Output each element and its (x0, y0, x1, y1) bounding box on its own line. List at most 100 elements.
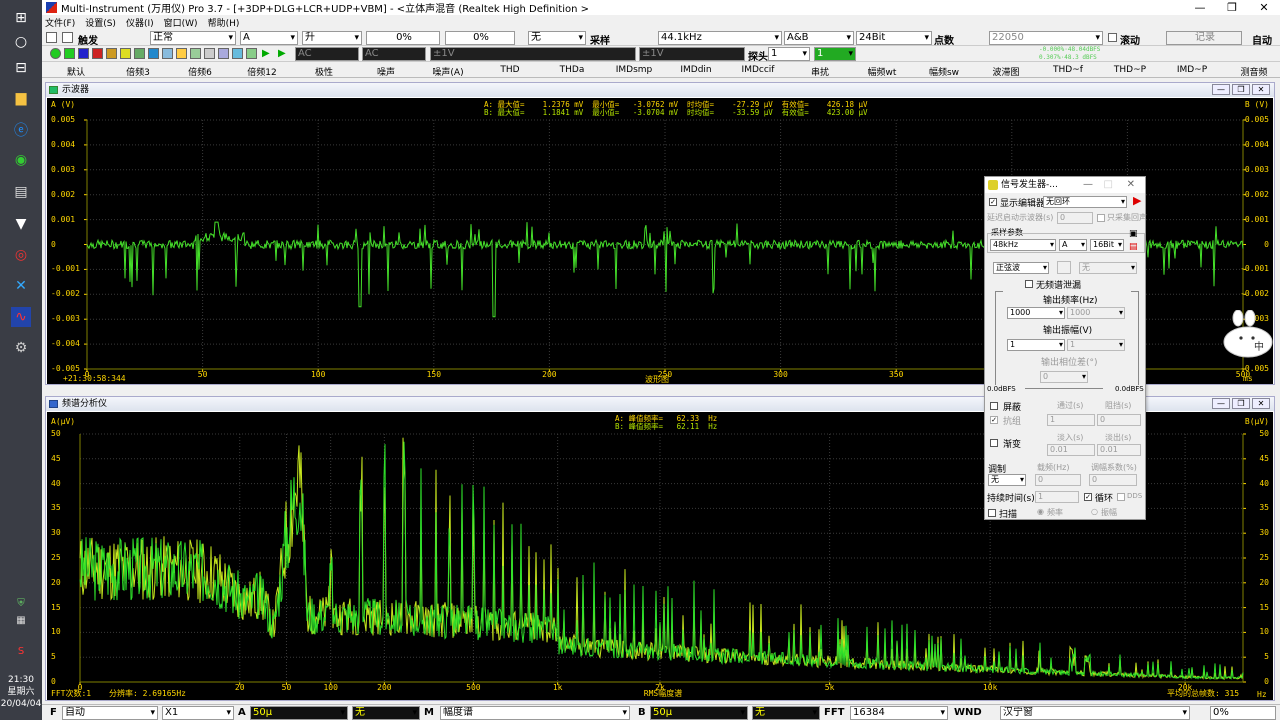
gen-bits-select[interactable]: 16Bit (1090, 239, 1124, 251)
waveform-b-select[interactable]: 无 (1079, 262, 1137, 274)
duration-input[interactable]: 1 (1035, 491, 1079, 503)
minimize-button[interactable]: — (1184, 0, 1216, 15)
tab-imdsmp[interactable]: IMDsmp (616, 65, 653, 75)
osc-minimize-button[interactable]: — (1212, 84, 1230, 95)
trigger-level-input[interactable]: 0% (366, 31, 440, 45)
fade-in-input[interactable]: 0.01 (1047, 444, 1095, 456)
trigger-source-select[interactable]: 无 (528, 31, 586, 45)
mod-coef-input[interactable]: 0 (1089, 474, 1137, 486)
tab-freqwt[interactable]: 幅频wt (868, 65, 897, 78)
netease-icon[interactable]: ◎ (11, 245, 31, 265)
channel-a-coupling[interactable]: AC (295, 47, 359, 61)
tab-freqsw[interactable]: 幅频sw (929, 65, 959, 78)
tab-imd-p[interactable]: IMD~P (1177, 65, 1207, 75)
trigger-edge-select[interactable]: 升 (302, 31, 362, 45)
input-method-mascot[interactable]: 中 (1222, 309, 1280, 360)
multimeter-icon[interactable] (92, 48, 103, 59)
generator-close-button[interactable]: ✕ (1127, 177, 1135, 193)
freq-b-input[interactable]: 1000 (1067, 307, 1125, 319)
maximize-button[interactable]: ❐ (1216, 0, 1248, 15)
menu-instrument[interactable]: 仪器(I) (126, 16, 154, 29)
f-mode-select[interactable]: 自动 (62, 706, 158, 720)
task-view-icon[interactable]: ⊟ (11, 58, 31, 78)
speaker-icon[interactable] (232, 48, 243, 59)
tab-thd-p[interactable]: THD~P (1114, 65, 1146, 75)
dds-icon[interactable] (134, 48, 145, 59)
menu-window[interactable]: 窗口(W) (164, 16, 198, 29)
run-icon[interactable] (46, 32, 57, 43)
fade-checkbox[interactable] (990, 439, 998, 447)
dds-checkbox[interactable] (1117, 493, 1125, 501)
fft-size-select[interactable]: 16384 (850, 706, 948, 720)
generator-play-icon[interactable]: ▶ (1133, 194, 1141, 207)
tab-imdccif[interactable]: IMDccif (742, 65, 775, 75)
file-explorer-icon[interactable]: ▆ (11, 88, 31, 108)
waveform-select[interactable]: 正弦波 (993, 262, 1049, 274)
close-button[interactable]: ✕ (1248, 0, 1280, 15)
osc-close-button[interactable]: ✕ (1252, 84, 1270, 95)
scope-icon[interactable] (64, 48, 75, 59)
auto-button[interactable]: 自动 (1252, 32, 1272, 47)
probe-a-select[interactable]: 1 (768, 47, 810, 61)
fox-icon[interactable]: ▼ (11, 214, 31, 234)
phase-input[interactable]: 0 (1040, 371, 1088, 383)
trigger-mode-select[interactable]: 正常 (150, 31, 236, 45)
a-scale-select[interactable]: 50μ (250, 706, 348, 720)
device-icon[interactable] (190, 48, 201, 59)
search-icon[interactable]: ○ (11, 32, 31, 52)
osc-restore-button[interactable]: ❐ (1232, 84, 1250, 95)
sweep-checkbox[interactable] (988, 509, 996, 517)
balance-slider[interactable] (1025, 388, 1103, 389)
fade-out-input[interactable]: 0.01 (1097, 444, 1141, 456)
scroll-checkbox[interactable] (1108, 33, 1117, 42)
tab-imddin[interactable]: IMDdin (680, 65, 711, 75)
data-logger-icon[interactable] (148, 48, 159, 59)
multi-instrument-icon[interactable]: ∿ (11, 307, 31, 327)
only-sample-checkbox[interactable] (1097, 214, 1105, 222)
mic-icon[interactable] (246, 48, 257, 59)
sample-rate-select[interactable]: 44.1kHz (658, 31, 782, 45)
dc-icon[interactable] (176, 48, 187, 59)
pass-input[interactable]: 1 (1047, 414, 1095, 426)
sweep-freq-radio[interactable]: ◉ (1037, 507, 1044, 516)
spec-close-button[interactable]: ✕ (1252, 398, 1270, 409)
clock[interactable]: 21:30 星期六 20/04/04 (0, 674, 42, 710)
menu-file[interactable]: 文件(F) (45, 16, 75, 29)
a-none-select[interactable]: 无 (352, 706, 420, 720)
record-play-icon[interactable]: ▶ (278, 48, 289, 59)
overlap-input[interactable]: 0% (1210, 706, 1276, 720)
sweep-amp-radio[interactable]: ○ (1091, 507, 1098, 516)
gen-channel-select[interactable]: A (1059, 239, 1087, 251)
loop-select[interactable]: 无回环 (1043, 196, 1127, 208)
play-icon[interactable]: ▶ (262, 48, 273, 59)
lcr-icon[interactable] (162, 48, 173, 59)
generator-maximize-button[interactable]: □ (1104, 177, 1113, 193)
app-icon-blue[interactable]: ✕ (11, 276, 31, 296)
channel-b-coupling[interactable]: AC (362, 47, 426, 61)
start-icon[interactable] (50, 48, 61, 59)
level-slider-b[interactable] (1131, 291, 1139, 385)
freq-input[interactable]: 1000 (1007, 307, 1065, 319)
amp-input[interactable]: 1 (1007, 339, 1065, 351)
zoom-select[interactable]: X1 (162, 706, 234, 720)
b-none-select[interactable]: 无 (752, 706, 820, 720)
spec-restore-button[interactable]: ❐ (1232, 398, 1250, 409)
tab-oct6[interactable]: 倍频6 (188, 65, 212, 78)
settings-tool-icon[interactable] (218, 48, 229, 59)
tray-network-icon[interactable]: ▦ (11, 610, 31, 630)
channel-a-range[interactable]: ±1V (430, 47, 636, 61)
bits-select[interactable]: 24Bit (856, 31, 932, 45)
tab-default[interactable]: 默认 (67, 65, 85, 78)
cycle-checkbox[interactable]: ✓ (1084, 493, 1092, 501)
tab-crosstalk[interactable]: 串扰 (811, 65, 829, 78)
menu-help[interactable]: 帮助(H) (208, 16, 240, 29)
settings-icon[interactable]: ⚙ (11, 338, 31, 358)
menu-settings[interactable]: 设置(S) (85, 16, 116, 29)
no-leak-checkbox[interactable] (1025, 280, 1033, 288)
tab-waterfall[interactable]: 波滞图 (992, 65, 1019, 78)
delay-input[interactable]: 0 (1057, 212, 1093, 224)
probe-b-select[interactable]: 1 (814, 47, 856, 61)
sheet-icon[interactable]: ▤ (1129, 242, 1138, 252)
generator-minimize-button[interactable]: — (1083, 177, 1093, 193)
app-icon-green[interactable]: ◉ (11, 150, 31, 170)
